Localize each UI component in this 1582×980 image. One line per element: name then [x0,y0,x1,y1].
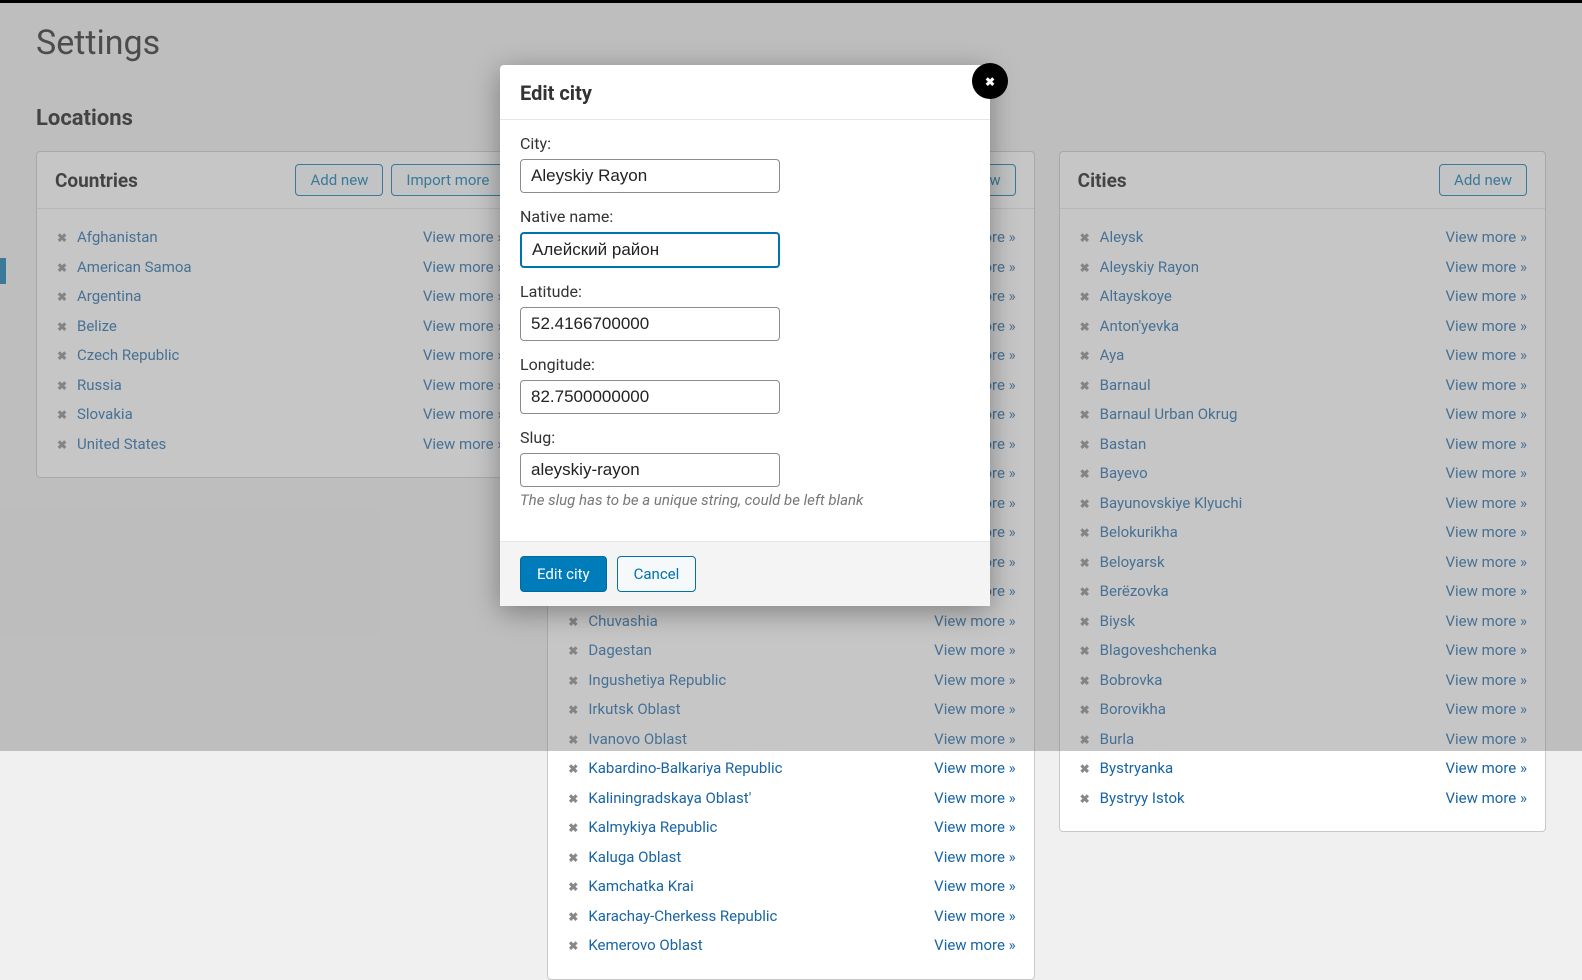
state-row: Kaliningradskaya Oblast' View more » [566,784,1015,814]
state-row: Kemerovo Oblast View more » [566,931,1015,961]
edit-city-modal: Edit city City: Native name: Latitude: L… [500,65,990,606]
state-row: Kamchatka Krai View more » [566,872,1015,902]
view-more-link[interactable]: View more » [934,904,1016,930]
view-more-link[interactable]: View more » [934,874,1016,900]
delete-icon[interactable] [566,756,580,782]
item-link[interactable]: Kalmykiya Republic [588,815,717,841]
item-link[interactable]: Kamchatka Krai [588,874,693,900]
item-link[interactable]: Kaluga Oblast [588,845,681,871]
city-row: Bystryanka View more » [1078,754,1527,784]
city-input[interactable] [520,159,780,193]
delete-icon[interactable] [566,933,580,959]
item-link[interactable]: Kaliningradskaya Oblast' [588,786,751,812]
slug-label: Slug: [520,428,970,447]
native-name-input[interactable] [520,232,780,268]
view-more-link[interactable]: View more » [934,933,1016,959]
item-link[interactable]: Bystryanka [1100,756,1174,782]
delete-icon[interactable] [1078,756,1092,782]
edit-city-submit-button[interactable]: Edit city [520,556,607,592]
modal-title: Edit city [500,65,990,120]
item-link[interactable]: Kemerovo Oblast [588,933,702,959]
view-more-link[interactable]: View more » [934,756,1016,782]
view-more-link[interactable]: View more » [934,845,1016,871]
longitude-input[interactable] [520,380,780,414]
city-label: City: [520,134,970,153]
native-name-label: Native name: [520,207,970,226]
latitude-input[interactable] [520,307,780,341]
item-link[interactable]: Bystryy Istok [1100,786,1185,812]
state-row: Kabardino-Balkariya Republic View more » [566,754,1015,784]
view-more-link[interactable]: View more » [1445,756,1527,782]
delete-icon[interactable] [566,874,580,900]
delete-icon[interactable] [566,786,580,812]
delete-icon[interactable] [1078,786,1092,812]
delete-icon[interactable] [566,845,580,871]
item-link[interactable]: Kabardino-Balkariya Republic [588,756,782,782]
view-more-link[interactable]: View more » [934,786,1016,812]
state-row: Karachay-Cherkess Republic View more » [566,902,1015,932]
longitude-label: Longitude: [520,355,970,374]
close-icon[interactable] [972,63,1008,99]
state-row: Kalmykiya Republic View more » [566,813,1015,843]
city-row: Bystryy Istok View more » [1078,784,1527,814]
latitude-label: Latitude: [520,282,970,301]
slug-hint: The slug has to be a unique string, coul… [520,491,970,509]
delete-icon[interactable] [566,904,580,930]
state-row: Kaluga Oblast View more » [566,843,1015,873]
item-link[interactable]: Karachay-Cherkess Republic [588,904,777,930]
delete-icon[interactable] [566,815,580,841]
cancel-button[interactable]: Cancel [617,556,697,592]
view-more-link[interactable]: View more » [1445,786,1527,812]
slug-input[interactable] [520,453,780,487]
view-more-link[interactable]: View more » [934,815,1016,841]
